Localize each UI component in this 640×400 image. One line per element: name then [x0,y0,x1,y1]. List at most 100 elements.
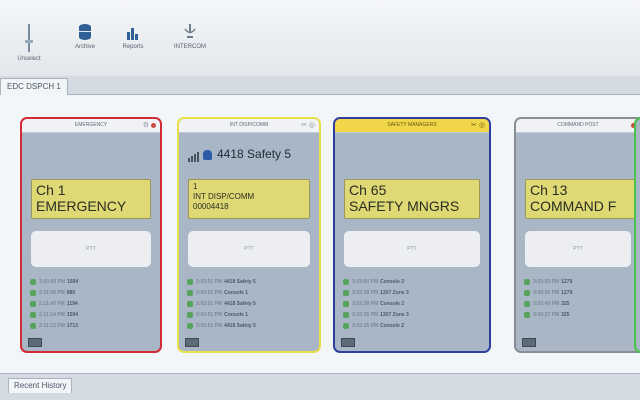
channel-card-partial[interactable] [634,117,640,353]
signal-icon [188,148,200,162]
signal-icon [187,278,193,285]
signal-icon [30,278,36,285]
signal-icon [343,300,349,307]
channel-display: Ch 13 COMMAND F [525,179,640,219]
active-talker: 4418 Safety 5 [188,147,291,162]
close-icon[interactable] [151,122,156,128]
history-time: 3:03:50 PM [533,290,560,296]
list-item: 3:03:50 PM Console 2 [343,277,483,288]
close-icon[interactable]: ◎ [479,122,485,129]
card-title: COMMAND POST [557,122,599,128]
list-item: 2:11:13 PM 1713 [30,321,154,332]
channel-card-safety-managers[interactable]: SAFETY MANAGERS ✂ ◎ Ch 65 SAFETY MNGRS P… [333,117,491,353]
card-footer-icon [28,338,42,347]
channel-name: EMERGENCY [36,198,127,214]
history-time: 3:02:38 PM [352,301,379,307]
tab-recent-history[interactable]: Recent History [8,378,73,393]
reports-icon [127,28,138,40]
list-item: 3:03:51 PM 4418 Safety 5 [187,321,313,332]
history-time: 3:03:51 PM [196,301,223,307]
history-time: 3:03:51 PM [196,323,223,329]
history-time: 3:03:40 PM [533,301,560,307]
signal-icon [524,311,530,318]
ptt-button[interactable]: PTT [188,231,310,267]
signal-icon [187,322,193,329]
console-tabs: EDC DSPCH 1 [0,76,640,95]
call-history: 3:03:55 PM 1279 3:03:50 PM 1279 3:03:40 PM… [524,277,634,321]
unselect-icon [25,24,33,52]
list-item: 3:02:35 PM 1307 Zone 3 [343,310,483,321]
talker-name: 4418 Safety 5 [217,147,292,161]
history-time: 3:03:51 PM [196,279,223,285]
call-history: 3:03:50 PM 1594 2:11:59 PM 880 2:11:43 PM 1… [30,277,154,332]
history-time: 3:03:50 PM [39,279,66,285]
channel-card-emergency[interactable]: EMERGENCY ⚙ Ch 1 EMERGENCY PTT 3:03:50 P… [20,117,162,353]
signal-icon [343,322,349,329]
list-item: 3:03:37 PM 325 [524,310,634,321]
card-footer-icon [522,338,536,347]
signal-icon [524,289,530,296]
settings-icon[interactable]: ✂ [301,122,307,129]
history-text: Console 2 [380,279,405,285]
history-text: Console 1 [224,290,249,296]
channel-number: Ch 13 [530,182,568,198]
history-text: 1307 Zone 3 [380,312,409,318]
signal-icon [524,278,530,285]
main-toolbar: Unselect Archive Reports INTERCOM [0,0,640,77]
history-time: 3:02:35 PM [352,312,379,318]
close-icon[interactable]: ◎ [309,122,315,129]
recent-history-panel: Recent History [0,373,640,400]
card-header-icons: ✂ ◎ [471,119,485,132]
history-text: 325 [561,301,570,307]
card-header: EMERGENCY ⚙ [22,119,160,133]
reports-button[interactable]: Reports [116,24,150,50]
list-item: 3:03:55 PM 1279 [524,277,634,288]
channel-card-int-disp-comm[interactable]: INT DISP/COMM ✂ ◎ 4418 Safety 5 1 INT DI… [177,117,321,353]
channel-number: Ch 65 [349,182,387,198]
history-text: 1307 Zone 3 [380,290,409,296]
history-time: 3:02:35 PM [352,323,379,329]
history-text: 1279 [561,279,573,285]
history-time: 3:03:51 PM [196,312,223,318]
unselect-button[interactable]: Unselect [12,24,46,62]
archive-label: Archive [74,44,95,50]
reports-label: Reports [122,44,144,50]
card-header: SAFETY MANAGERS ✂ ◎ [335,119,489,133]
channel-workspace: EMERGENCY ⚙ Ch 1 EMERGENCY PTT 3:03:50 P… [0,95,640,373]
list-item: 2:11:43 PM 1194 [30,299,154,310]
history-text: Console 1 [224,312,249,318]
channel-name: COMMAND F [530,198,617,214]
history-text: 4418 Safety 5 [224,279,256,285]
history-time: 2:11:14 PM [39,312,65,318]
channel-display: Ch 65 SAFETY MNGRS [344,179,480,219]
signal-icon [187,289,193,296]
tab-edc-dspch-1[interactable]: EDC DSPCH 1 [0,78,68,95]
settings-icon[interactable]: ⚙ [143,122,149,129]
history-text: 1279 [561,290,573,296]
archive-button[interactable]: Archive [68,24,102,50]
ptt-button[interactable]: PTT [344,231,480,267]
user-icon [203,149,212,160]
list-item: 3:03:51 PM 4418 Safety 5 [187,299,313,310]
call-history: 3:03:51 PM 4418 Safety 5 3:03:51 PM Consol… [187,277,313,332]
channel-display: 1 INT DISP/COMM 00004418 [188,179,310,219]
card-title: SAFETY MANAGERS [387,122,437,128]
history-text: 1194 [66,301,78,307]
list-item: 3:03:51 PM Console 1 [187,310,313,321]
archive-icon [79,24,91,40]
card-footer-icon [185,338,199,347]
ptt-button[interactable]: PTT [31,231,151,267]
history-time: 3:03:51 PM [196,290,223,296]
channel-name: INT DISP/COMM [193,192,255,201]
list-item: 2:11:14 PM 1594 [30,310,154,321]
list-item: 3:03:40 PM 325 [524,299,634,310]
channel-card-command-post[interactable]: COMMAND POST Ch 13 COMMAND F PTT 3:03:55… [514,117,640,353]
ptt-button[interactable]: PTT [525,231,631,267]
settings-icon[interactable]: ✂ [471,122,477,129]
signal-icon [30,311,36,318]
intercom-button[interactable]: INTERCOM [170,24,210,50]
history-time: 3:03:37 PM [533,312,560,318]
card-title: INT DISP/COMM [229,122,269,128]
list-item: 3:03:50 PM 1594 [30,277,154,288]
history-text: 880 [66,290,76,296]
